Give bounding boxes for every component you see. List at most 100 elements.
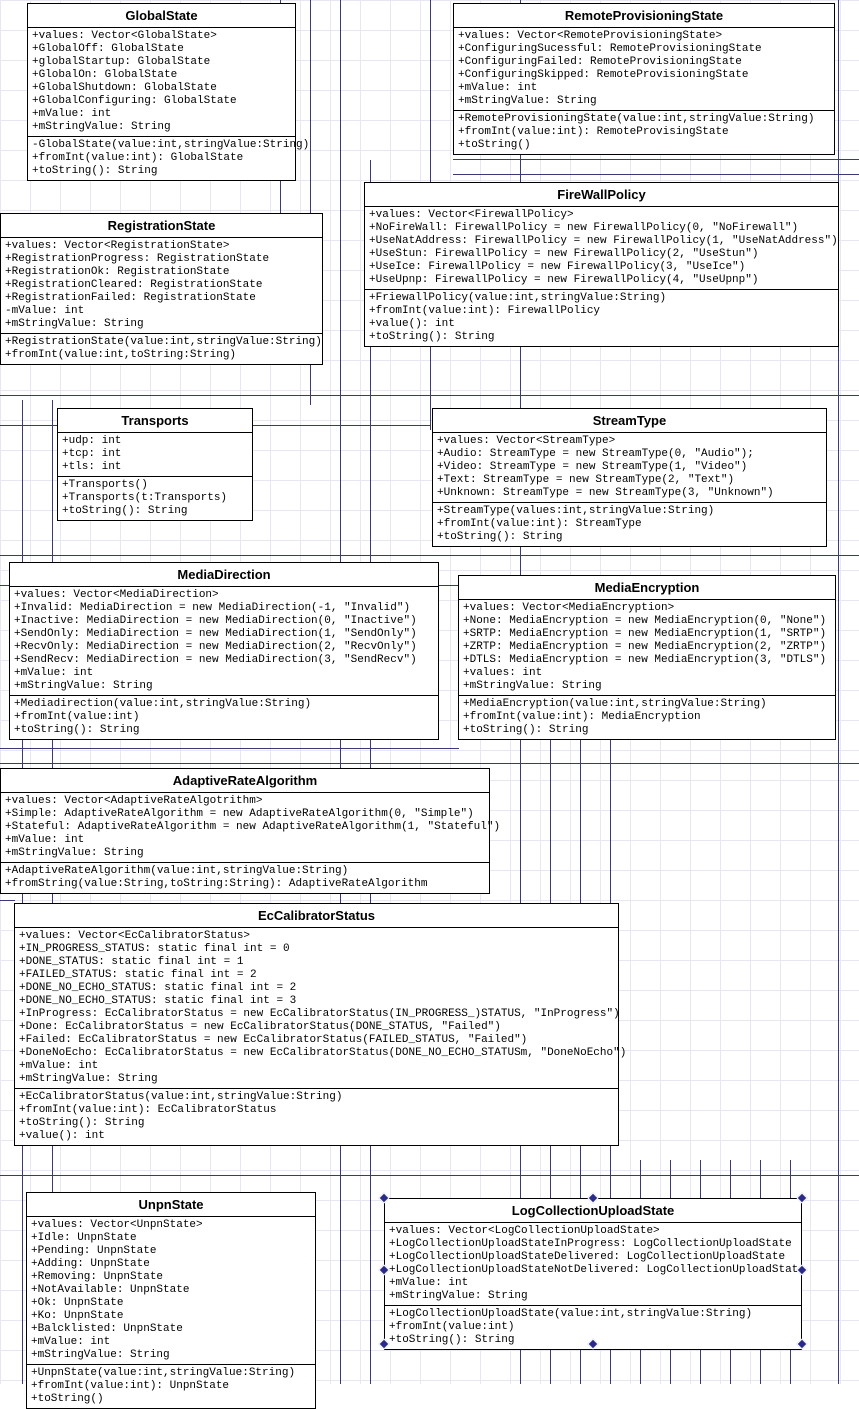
- attr-row: +mValue: int: [14, 667, 434, 680]
- class-logcollectionuploadstate[interactable]: LogCollectionUploadState +values: Vector…: [384, 1198, 802, 1350]
- op-row: +StreamType(values:int,stringValue:Strin…: [437, 505, 822, 518]
- attr-row: +mStringValue: String: [458, 95, 830, 108]
- attr-row: +Video: StreamType = new StreamType(1, "…: [437, 461, 822, 474]
- class-remoteprovisioningstate[interactable]: RemoteProvisioningState +values: Vector<…: [453, 3, 835, 155]
- attrs-section: +values: Vector<GlobalState> +GlobalOff:…: [28, 28, 295, 137]
- attr-row: +Audio: StreamType = new StreamType(0, "…: [437, 448, 822, 461]
- attr-row: +FAILED_STATUS: static final int = 2: [19, 969, 614, 982]
- attr-row: +LogCollectionUploadStateNotDelivered: L…: [389, 1264, 797, 1277]
- attr-row: +mValue: int: [5, 834, 485, 847]
- op-row: +toString(): [31, 1393, 311, 1406]
- attr-row: +values: Vector<AdaptiveRateAlgotrithm>: [5, 795, 485, 808]
- attr-row: +IN_PROGRESS_STATUS: static final int = …: [19, 943, 614, 956]
- class-title: MediaDirection: [10, 563, 438, 587]
- class-firewallpolicy[interactable]: FireWallPolicy +values: Vector<FirewallP…: [364, 182, 839, 347]
- op-row: +toString(): String: [32, 165, 291, 178]
- op-row: +UnpnState(value:int,stringValue:String): [31, 1367, 311, 1380]
- attr-row: +globalStartup: GlobalState: [32, 56, 291, 69]
- ops-section: +AdaptiveRateAlgorithm(value:int,stringV…: [1, 863, 489, 893]
- op-row: +toString(): String: [463, 724, 831, 737]
- op-row: +fromInt(value:int): RemoteProvisingStat…: [458, 126, 830, 139]
- attr-row: +Done: EcCalibratorStatus = new EcCalibr…: [19, 1021, 614, 1034]
- ops-section: +Transports() +Transports(t:Transports) …: [58, 477, 252, 520]
- class-title: UnpnState: [27, 1193, 315, 1217]
- op-row: +toString(): String: [14, 724, 434, 737]
- attr-row: +InProgress: EcCalibratorStatus = new Ec…: [19, 1008, 614, 1021]
- op-row: +fromInt(value:int): FirewallPolicy: [369, 305, 834, 318]
- attr-row: +DONE_NO_ECHO_STATUS: static final int =…: [19, 982, 614, 995]
- attr-row: +mStringValue: String: [19, 1073, 614, 1086]
- ops-section: -GlobalState(value:int,stringValue:Strin…: [28, 137, 295, 180]
- op-row: +toString(): [458, 139, 830, 152]
- attr-row: +None: MediaEncryption = new MediaEncryp…: [463, 615, 831, 628]
- ops-section: +FriewallPolicy(value:int,stringValue:St…: [365, 290, 838, 346]
- class-streamtype[interactable]: StreamType +values: Vector<StreamType> +…: [432, 408, 827, 547]
- op-row: +AdaptiveRateAlgorithm(value:int,stringV…: [5, 865, 485, 878]
- attr-row: +RegistrationOk: RegistrationState: [5, 266, 318, 279]
- op-row: +value(): int: [19, 1130, 614, 1143]
- attr-row: +mStringValue: String: [463, 680, 831, 693]
- attrs-section: +values: Vector<FirewallPolicy> +NoFireW…: [365, 207, 838, 290]
- class-adaptiveratealgorithm[interactable]: AdaptiveRateAlgorithm +values: Vector<Ad…: [0, 768, 490, 894]
- class-title: EcCalibratorStatus: [15, 904, 618, 928]
- ops-section: +MediaEncryption(value:int,stringValue:S…: [459, 696, 835, 739]
- attr-row: +GlobalOn: GlobalState: [32, 69, 291, 82]
- attr-row: +mStringValue: String: [31, 1349, 311, 1362]
- attr-row: +mValue: int: [32, 108, 291, 121]
- class-registrationstate[interactable]: RegistrationState +values: Vector<Regist…: [0, 213, 323, 365]
- attr-row: +SRTP: MediaEncryption = new MediaEncryp…: [463, 628, 831, 641]
- class-title: MediaEncryption: [459, 576, 835, 600]
- attr-row: +Idle: UnpnState: [31, 1232, 311, 1245]
- attr-row: +Ko: UnpnState: [31, 1310, 311, 1323]
- attr-row: +Balcklisted: UnpnState: [31, 1323, 311, 1336]
- class-globalstate[interactable]: GlobalState +values: Vector<GlobalState>…: [27, 3, 296, 181]
- attrs-section: +values: Vector<AdaptiveRateAlgotrithm> …: [1, 793, 489, 863]
- attr-row: +values: Vector<RemoteProvisioningState>: [458, 30, 830, 43]
- attr-row: +mStringValue: String: [32, 121, 291, 134]
- attr-row: +NoFireWall: FirewallPolicy = new Firewa…: [369, 222, 834, 235]
- op-row: +RegistrationState(value:int,stringValue…: [5, 336, 318, 349]
- attr-row: +values: Vector<UnpnState>: [31, 1219, 311, 1232]
- attr-row: +UseStun: FirewallPolicy = new FirewallP…: [369, 248, 834, 261]
- attrs-section: +values: Vector<EcCalibratorStatus> +IN_…: [15, 928, 618, 1089]
- attr-row: +DoneNoEcho: EcCalibratorStatus = new Ec…: [19, 1047, 614, 1060]
- attr-row: +RegistrationCleared: RegistrationState: [5, 279, 318, 292]
- op-row: +LogCollectionUploadState(value:int,stri…: [389, 1308, 797, 1321]
- class-mediadirection[interactable]: MediaDirection +values: Vector<MediaDire…: [9, 562, 439, 740]
- attr-row: +SendOnly: MediaDirection = new MediaDir…: [14, 628, 434, 641]
- class-transports[interactable]: Transports +udp: int +tcp: int +tls: int…: [57, 408, 253, 521]
- ops-section: +RegistrationState(value:int,stringValue…: [1, 334, 322, 364]
- op-row: +fromInt(value:int): MediaEncryption: [463, 711, 831, 724]
- ops-section: +RemoteProvisioningState(value:int,strin…: [454, 111, 834, 154]
- attr-row: +Invalid: MediaDirection = new MediaDire…: [14, 602, 434, 615]
- op-row: +toString(): String: [62, 505, 248, 518]
- attr-row: +values: Vector<FirewallPolicy>: [369, 209, 834, 222]
- attr-row: +GlobalShutdown: GlobalState: [32, 82, 291, 95]
- class-unpnstate[interactable]: UnpnState +values: Vector<UnpnState> +Id…: [26, 1192, 316, 1409]
- attr-row: +Inactive: MediaDirection = new MediaDir…: [14, 615, 434, 628]
- attr-row: +values: Vector<MediaDirection>: [14, 589, 434, 602]
- attr-row: +values: Vector<LogCollectionUploadState…: [389, 1225, 797, 1238]
- op-row: +fromString(value:String,toString:String…: [5, 878, 485, 891]
- ops-section: +UnpnState(value:int,stringValue:String)…: [27, 1365, 315, 1408]
- op-row: +fromInt(value:int): EcCalibratorStatus: [19, 1104, 614, 1117]
- attrs-section: +values: Vector<RegistrationState> +Regi…: [1, 238, 322, 334]
- attr-row: +values: Vector<StreamType>: [437, 435, 822, 448]
- attrs-section: +values: Vector<RemoteProvisioningState>…: [454, 28, 834, 111]
- attr-row: +mValue: int: [31, 1336, 311, 1349]
- attr-row: +mValue: int: [389, 1277, 797, 1290]
- class-mediaencryption[interactable]: MediaEncryption +values: Vector<MediaEnc…: [458, 575, 836, 740]
- attr-row: +tcp: int: [62, 448, 248, 461]
- attr-row: +Simple: AdaptiveRateAlgorithm = new Ada…: [5, 808, 485, 821]
- attr-row: +values: int: [463, 667, 831, 680]
- attr-row: +values: Vector<RegistrationState>: [5, 240, 318, 253]
- attr-row: +ConfiguringFailed: RemoteProvisioningSt…: [458, 56, 830, 69]
- attr-row: +NotAvailable: UnpnState: [31, 1284, 311, 1297]
- class-title: Transports: [58, 409, 252, 433]
- attr-row: +UseUpnp: FirewallPolicy = new FirewallP…: [369, 274, 834, 287]
- op-row: +fromInt(value:int): [389, 1321, 797, 1334]
- attr-row: +SendRecv: MediaDirection = new MediaDir…: [14, 654, 434, 667]
- op-row: +fromInt(value:int): GlobalState: [32, 152, 291, 165]
- attr-row: +ConfiguringSkipped: RemoteProvisioningS…: [458, 69, 830, 82]
- class-eccalibratorstatus[interactable]: EcCalibratorStatus +values: Vector<EcCal…: [14, 903, 619, 1146]
